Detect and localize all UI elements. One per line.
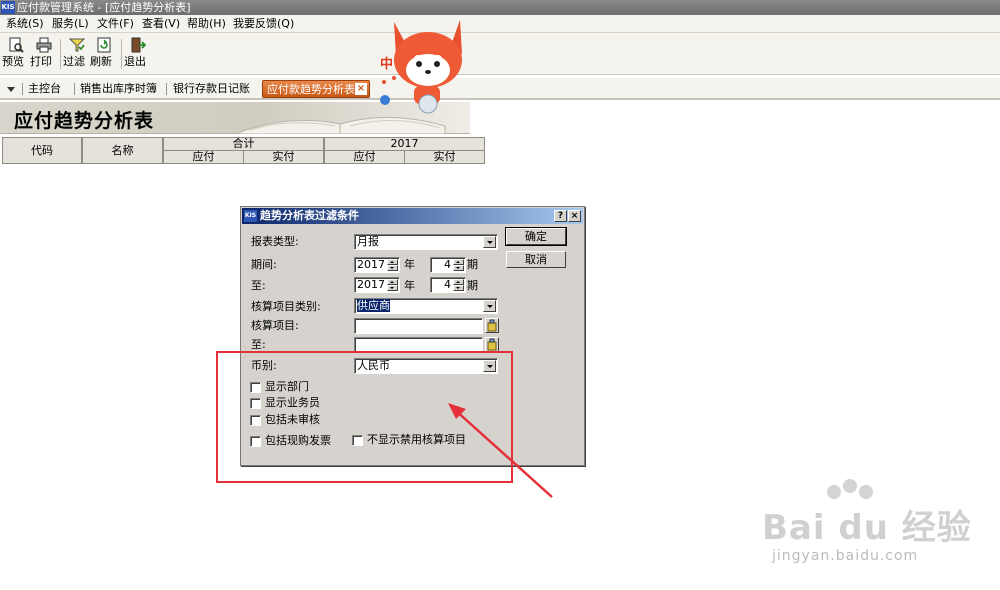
period-to-year-value: 2017 (357, 278, 385, 291)
preview-label: 预览 (2, 55, 24, 68)
period-from-month-value: 4 (444, 258, 451, 271)
refresh-button[interactable]: 刷新 (90, 36, 118, 72)
period-to-label: 至: (251, 279, 266, 292)
refresh-icon (97, 37, 111, 53)
watermark-brand: Bai du 经验 (762, 508, 972, 548)
printer-icon (36, 37, 52, 53)
filter-label: 过滤 (63, 55, 85, 68)
period-from-month-input[interactable]: 4 (430, 257, 466, 273)
item-from-input[interactable] (354, 318, 483, 334)
filter-button[interactable]: 过滤 (63, 36, 91, 72)
toolbar-separator (121, 39, 122, 69)
tab-separator (74, 83, 75, 95)
mascot-fox-icon: 中 (380, 20, 462, 114)
item-to-lookup-button[interactable] (485, 337, 499, 352)
period-to-month-value: 4 (444, 278, 451, 291)
item-category-value: 供应商 (357, 299, 390, 312)
col-total-paid[interactable]: 实付 (243, 150, 324, 164)
col-name[interactable]: 名称 (82, 137, 163, 164)
col-code[interactable]: 代码 (2, 137, 82, 164)
baidu-watermark: Bai du 经验 jingyan.baidu.com (762, 478, 992, 578)
month-spinner[interactable] (453, 279, 464, 291)
dialog-title-bar[interactable]: KIS 趋势分析表过滤条件 ? × (242, 208, 583, 224)
item-from-lookup-button[interactable] (485, 318, 499, 333)
chevron-down-icon[interactable] (483, 300, 496, 312)
watermark-url: jingyan.baidu.com (772, 548, 919, 564)
tab-main-console[interactable]: 主控台 (28, 81, 61, 97)
lookup-icon (487, 338, 497, 351)
cancel-button[interactable]: 取消 (506, 251, 566, 268)
menu-feedback[interactable]: 我要反馈(Q) (233, 17, 294, 31)
exit-label: 退出 (124, 55, 146, 68)
tab-strip: 主控台 销售出库序时簿 银行存款日记账 应付款趋势分析表 × (0, 78, 1000, 100)
year-spinner[interactable] (387, 279, 398, 291)
annotation-arrow-icon (448, 403, 553, 498)
menu-view[interactable]: 查看(V) (142, 17, 180, 31)
report-type-value: 月报 (357, 235, 379, 248)
item-category-select[interactable]: 供应商 (354, 298, 498, 314)
report-header-grid: 代码 名称 合计 2017 应付 实付 应付 实付 (2, 137, 486, 165)
menu-service[interactable]: 服务(L) (52, 17, 89, 31)
chevron-down-icon[interactable] (483, 236, 496, 248)
exit-button[interactable]: 退出 (124, 36, 152, 72)
period-from-year-input[interactable]: 2017 (354, 257, 400, 273)
item-label: 核算项目: (251, 319, 299, 332)
window-title: 应付款管理系统 - [应付趋势分析表] (17, 1, 191, 14)
toolbar: 预览 打印 过滤 刷新 退出 (0, 33, 1000, 75)
menu-help[interactable]: 帮助(H) (187, 17, 226, 31)
report-title: 应付趋势分析表 (14, 110, 155, 132)
menu-file[interactable]: 文件(F) (97, 17, 134, 31)
print-label: 打印 (30, 55, 52, 68)
col-total-payable[interactable]: 应付 (163, 150, 244, 164)
col-year-group: 2017 (324, 137, 485, 151)
close-tab-icon[interactable]: × (355, 83, 367, 95)
close-icon[interactable]: × (568, 210, 581, 222)
print-button[interactable]: 打印 (30, 36, 58, 72)
item-to-label: 至: (251, 338, 266, 351)
menu-bar: 系统(S) 服务(L) 文件(F) 查看(V) 帮助(H) 我要反馈(Q) (0, 15, 1000, 33)
preview-button[interactable]: 预览 (2, 36, 30, 72)
month-unit: 期 (467, 258, 478, 271)
period-to-month-input[interactable]: 4 (430, 277, 466, 293)
app-logo-icon: KIS (1, 1, 15, 14)
tab-separator (166, 83, 167, 95)
item-category-label: 核算项目类别: (251, 300, 321, 313)
tab-separator (22, 83, 23, 95)
month-unit: 期 (467, 279, 478, 292)
period-label: 期间: (251, 258, 277, 271)
tab-bank-journal[interactable]: 银行存款日记账 (173, 81, 250, 97)
report-type-label: 报表类型: (251, 235, 299, 248)
preview-icon (9, 37, 24, 53)
year-unit: 年 (404, 279, 415, 292)
col-total-group: 合计 (163, 137, 324, 151)
tab-payable-trend[interactable]: 应付款趋势分析表 × (262, 80, 370, 98)
refresh-label: 刷新 (90, 55, 112, 68)
chevron-down-icon[interactable] (4, 82, 18, 96)
year-spinner[interactable] (387, 259, 398, 271)
mascot-badge: 中 (380, 56, 393, 72)
toolbar-separator (60, 39, 61, 69)
col-year-payable[interactable]: 应付 (324, 150, 405, 164)
filter-icon (69, 38, 85, 52)
title-bar: KIS 应付款管理系统 - [应付趋势分析表] (0, 0, 1000, 15)
dialog-logo-icon: KIS (244, 210, 257, 222)
tab-payable-trend-label: 应付款趋势分析表 (267, 83, 355, 96)
lookup-icon (487, 319, 497, 332)
dialog-title: 趋势分析表过滤条件 (260, 209, 359, 222)
col-year-paid[interactable]: 实付 (404, 150, 485, 164)
period-from-year-value: 2017 (357, 258, 385, 271)
report-type-select[interactable]: 月报 (354, 234, 498, 250)
menu-system[interactable]: 系统(S) (6, 17, 44, 31)
ok-button[interactable]: 确定 (505, 227, 567, 246)
month-spinner[interactable] (453, 259, 464, 271)
exit-icon (131, 37, 146, 53)
tab-sales-outbound[interactable]: 销售出库序时簿 (80, 81, 157, 97)
help-icon[interactable]: ? (554, 210, 567, 222)
app-window: KIS 应付款管理系统 - [应付趋势分析表] 系统(S) 服务(L) 文件(F… (0, 0, 1000, 590)
year-unit: 年 (404, 258, 415, 271)
period-to-year-input[interactable]: 2017 (354, 277, 400, 293)
